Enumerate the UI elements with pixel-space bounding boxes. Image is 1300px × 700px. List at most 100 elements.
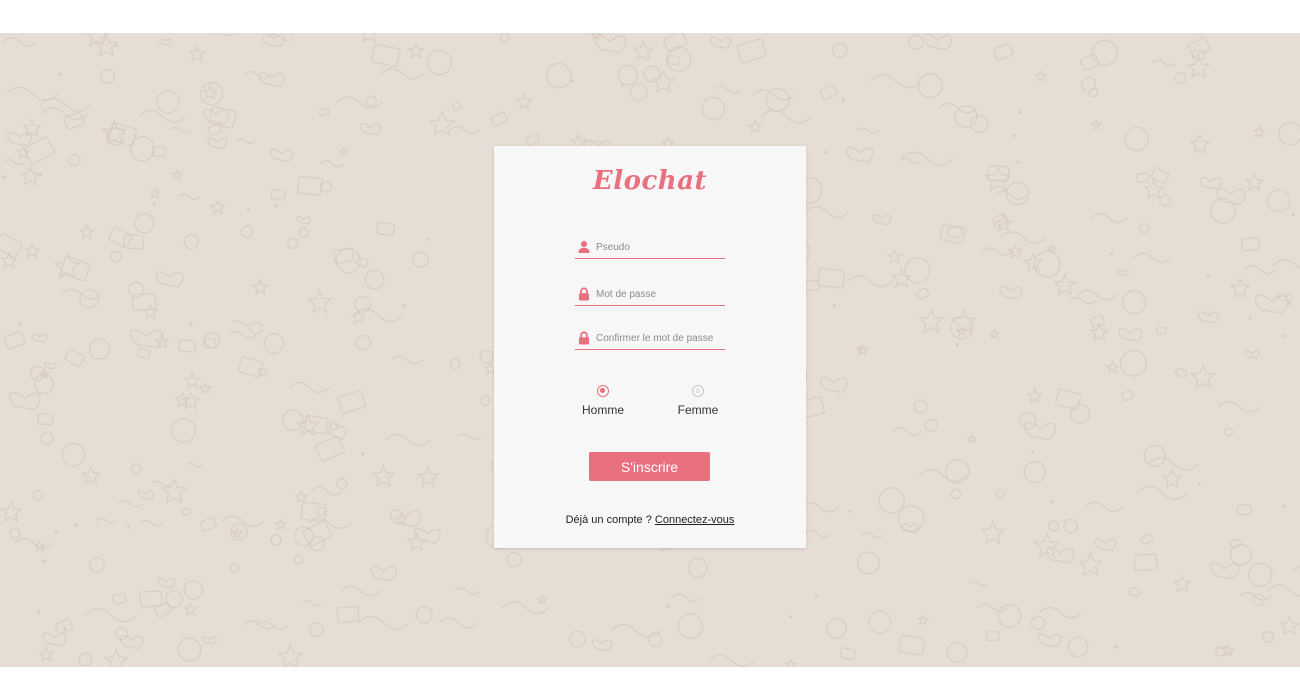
doodle-shape xyxy=(1067,636,1089,658)
doodle-shape xyxy=(900,157,922,164)
doodle-shape xyxy=(60,255,91,282)
doodle-shape xyxy=(917,307,945,334)
doodle-shape xyxy=(37,645,55,662)
doodle-shape xyxy=(171,417,196,443)
doodle-shape xyxy=(129,136,155,162)
doodle-shape xyxy=(169,126,191,134)
doodle-shape xyxy=(1136,485,1189,500)
doodle-shape xyxy=(1118,327,1143,343)
doodle-shape xyxy=(110,250,123,263)
doodle-shape xyxy=(1133,553,1158,572)
doodle-shape xyxy=(924,418,938,433)
doodle-shape xyxy=(274,203,278,207)
doodle-shape xyxy=(1089,315,1105,328)
doodle-shape xyxy=(157,577,176,589)
doodle-shape xyxy=(801,502,839,513)
doodle-shape xyxy=(402,304,406,308)
doodle-shape xyxy=(1034,69,1048,83)
doodle-shape xyxy=(479,349,494,365)
doodle-shape xyxy=(710,36,732,50)
doodle-shape xyxy=(451,101,462,111)
doodle-shape xyxy=(136,347,151,360)
doodle-shape xyxy=(1105,360,1120,374)
confirm-password-input[interactable] xyxy=(596,330,722,346)
doodle-shape xyxy=(916,287,930,300)
doodle-shape xyxy=(946,641,968,663)
signup-button[interactable]: S'inscrire xyxy=(589,452,710,481)
doodle-shape xyxy=(1050,500,1054,504)
doodle-shape xyxy=(839,647,857,661)
gender-option-homme[interactable]: Homme xyxy=(568,385,638,417)
doodle-shape xyxy=(276,643,304,667)
doodle-shape xyxy=(506,551,522,568)
doodle-shape xyxy=(156,90,180,114)
doodle-shape xyxy=(311,486,343,496)
radio-homme[interactable] xyxy=(597,385,609,397)
doodle-shape xyxy=(293,526,314,547)
doodle-shape xyxy=(1024,421,1057,441)
doodle-shape xyxy=(992,42,1014,61)
doodle-shape xyxy=(293,489,309,504)
doodle-shape xyxy=(1262,630,1275,643)
doodle-shape xyxy=(213,33,234,37)
doodle-shape xyxy=(869,74,923,89)
doodle-shape xyxy=(1174,367,1188,379)
doodle-shape xyxy=(53,252,82,279)
lock-icon xyxy=(577,331,591,345)
doodle-shape xyxy=(302,600,323,607)
doodle-shape xyxy=(61,442,86,467)
confirm-password-field[interactable] xyxy=(575,327,725,350)
password-field[interactable] xyxy=(575,283,725,306)
doodle-shape xyxy=(591,639,613,652)
username-input[interactable] xyxy=(596,239,722,255)
doodle-shape xyxy=(814,593,818,597)
doodle-shape xyxy=(361,452,365,456)
radio-femme[interactable] xyxy=(692,385,704,397)
username-field[interactable] xyxy=(575,236,725,259)
doodle-shape xyxy=(78,652,93,667)
doodle-shape xyxy=(671,593,701,602)
radio-label-femme: Femme xyxy=(677,403,719,417)
doodle-shape xyxy=(1161,468,1183,489)
doodle-shape xyxy=(42,632,67,647)
doodle-shape xyxy=(416,465,440,488)
doodle-shape xyxy=(995,489,1006,500)
doodle-shape xyxy=(381,67,424,80)
doodle-shape xyxy=(1110,251,1114,256)
doodle-shape xyxy=(426,49,453,76)
doodle-shape xyxy=(904,257,931,284)
doodle-shape xyxy=(712,85,742,94)
doodle-shape xyxy=(736,38,767,64)
doodle-shape xyxy=(8,391,41,411)
password-input[interactable] xyxy=(596,286,722,302)
doodle-shape xyxy=(666,46,692,73)
gender-option-femme[interactable]: Femme xyxy=(663,385,733,417)
doodle-shape xyxy=(687,557,708,578)
doodle-shape xyxy=(1223,427,1234,437)
doodle-shape xyxy=(1278,121,1300,146)
doodle-shape xyxy=(988,327,1001,340)
doodle-shape xyxy=(64,348,86,368)
login-link[interactable]: Connectez-vous xyxy=(655,514,735,526)
doodle-shape xyxy=(262,34,285,48)
doodle-shape xyxy=(359,123,381,136)
doodle-shape xyxy=(93,33,119,57)
doodle-shape xyxy=(361,33,377,43)
doodle-shape xyxy=(1254,294,1289,315)
doodle-shape xyxy=(1239,591,1271,601)
doodle-shape xyxy=(1206,274,1210,279)
doodle-shape xyxy=(629,82,648,102)
doodle-shape xyxy=(340,585,381,597)
doodle-shape xyxy=(240,225,254,239)
doodle-shape xyxy=(747,118,763,134)
app-logo: Elochat xyxy=(592,166,708,196)
doodle-shape xyxy=(1085,501,1124,513)
doodle-shape xyxy=(631,39,655,62)
doodle-shape xyxy=(969,581,988,587)
doodle-shape xyxy=(209,198,226,215)
doodle-shape xyxy=(9,527,21,539)
doodle-shape xyxy=(1012,133,1017,138)
doodle-shape xyxy=(369,565,397,582)
doodle-shape xyxy=(58,72,62,77)
doodle-shape xyxy=(1094,538,1117,552)
